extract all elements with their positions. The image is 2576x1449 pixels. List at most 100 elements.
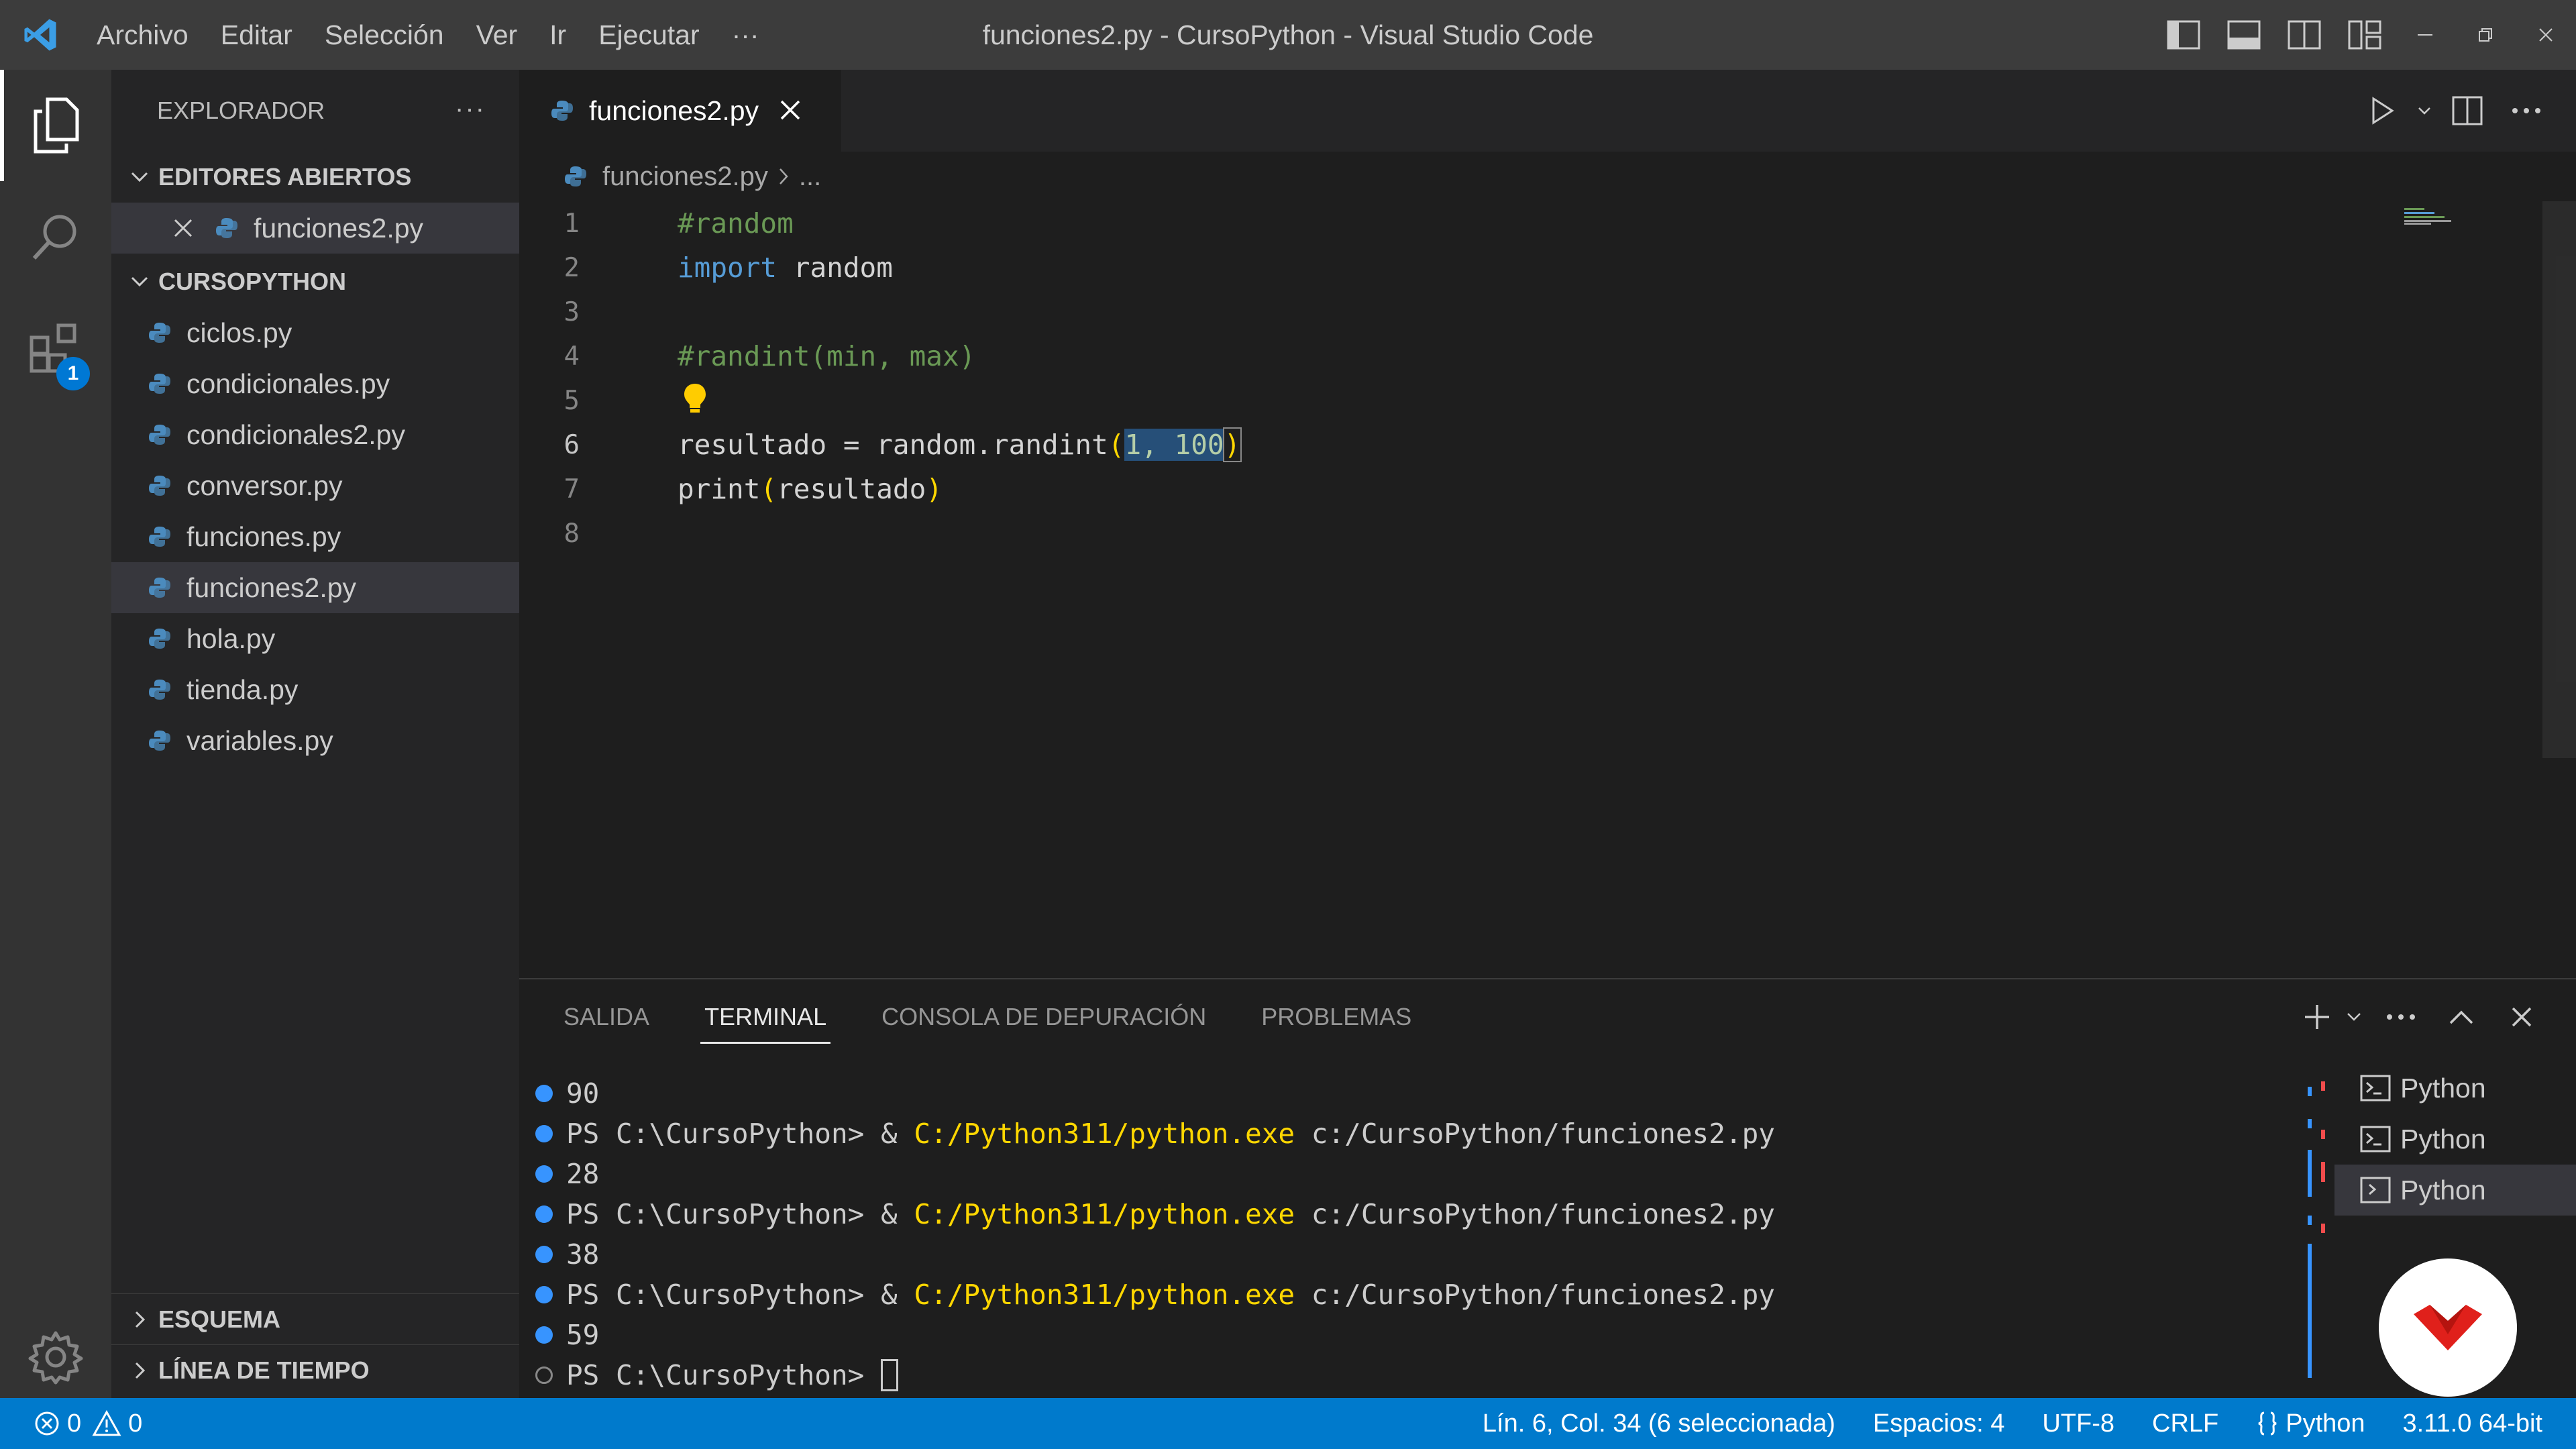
python-file-icon [564, 164, 588, 189]
menu-ir[interactable]: Ir [533, 19, 582, 51]
extensions-activity[interactable]: 1 [0, 292, 111, 404]
python-file-icon [215, 216, 239, 240]
menu-editar[interactable]: Editar [205, 19, 309, 51]
file-item[interactable]: ciclos.py [111, 307, 519, 358]
restore-icon[interactable] [2455, 0, 2516, 70]
tab-salida[interactable]: SALIDA [564, 979, 649, 1055]
code-editor[interactable]: 1 #random 2 import random 3 4 #randint(m… [519, 201, 2576, 978]
terminal-instance-label: Python [2400, 1072, 2486, 1104]
split-editor-icon[interactable] [2438, 70, 2497, 152]
warning-count: 0 [128, 1409, 143, 1438]
terminal-exe: C:/Python311/python.exe [914, 1198, 1295, 1230]
file-item[interactable]: condicionales2.py [111, 409, 519, 460]
language-status[interactable]: Python [2256, 1409, 2365, 1438]
terminal-script: c:/CursoPython/funciones2.py [1295, 1118, 1775, 1150]
terminal-icon [2360, 1126, 2391, 1152]
python-file-icon [148, 474, 172, 498]
command-decoration [535, 1085, 553, 1102]
command-decoration [535, 1246, 553, 1263]
file-item[interactable]: tienda.py [111, 664, 519, 715]
tab-problemas[interactable]: PROBLEMAS [1261, 979, 1411, 1055]
terminal-instance[interactable]: Python [2334, 1114, 2576, 1165]
warning-icon [92, 1410, 121, 1437]
menu-ver[interactable]: Ver [460, 19, 534, 51]
minimap[interactable] [2404, 201, 2538, 241]
interpreter-status[interactable]: 3.11.0 64-bit [2403, 1409, 2542, 1438]
search-activity[interactable] [0, 181, 111, 292]
python-file-icon [148, 678, 172, 702]
menu-bar: Archivo Editar Selección Ver Ir Ejecutar… [80, 0, 775, 70]
editor-scrollbar[interactable] [2542, 201, 2576, 978]
file-name: variables.py [186, 724, 333, 756]
file-item[interactable]: hola.py [111, 613, 519, 664]
open-editor-item[interactable]: funciones2.py [111, 203, 519, 254]
menu-seleccion[interactable]: Selección [309, 19, 460, 51]
run-dropdown-icon[interactable] [2411, 70, 2438, 152]
file-item[interactable]: conversor.py [111, 460, 519, 511]
panel-more-icon[interactable] [2371, 979, 2431, 1055]
close-window-icon[interactable] [2516, 0, 2576, 70]
manage-activity[interactable] [0, 1301, 111, 1413]
explorer-sidebar: EXPLORADOR ··· EDITORES ABIERTOS funcion… [111, 70, 519, 1398]
explorer-title: EXPLORADOR [157, 97, 325, 124]
chevron-down-icon [121, 167, 158, 187]
menu-more[interactable]: ··· [716, 19, 775, 51]
outline-section[interactable]: ESQUEMA [111, 1293, 519, 1345]
minimize-icon[interactable] [2395, 0, 2455, 70]
terminal-output[interactable]: 90 PS C:\CursoPython> & C:/Python311/pyt… [519, 1073, 1775, 1395]
timeline-section[interactable]: LÍNEA DE TIEMPO [111, 1344, 519, 1396]
file-item[interactable]: condicionales.py [111, 358, 519, 409]
file-item[interactable]: funciones.py [111, 511, 519, 562]
terminal-line: PS C:\CursoPython> [519, 1355, 1775, 1395]
lightbulb-icon[interactable] [683, 382, 707, 423]
terminal-line: 28 [519, 1154, 1775, 1194]
toggle-panel-icon[interactable] [2214, 0, 2274, 70]
terminal-instance-label: Python [2400, 1123, 2486, 1155]
cursopython-folder-section[interactable]: CURSOPYTHON [111, 256, 519, 307]
tab-consola-depuracion[interactable]: CONSOLA DE DEPURACIÓN [881, 979, 1206, 1055]
explorer-header: EXPLORADOR ··· [111, 70, 519, 152]
new-terminal-icon[interactable] [2297, 979, 2337, 1055]
play-icon[interactable] [2352, 70, 2411, 152]
terminal-dropdown-icon[interactable] [2337, 979, 2371, 1055]
customize-layout-icon[interactable] [2334, 0, 2395, 70]
explorer-more-button[interactable]: ··· [455, 94, 486, 124]
indentation-status[interactable]: Espacios: 4 [1873, 1409, 2004, 1438]
menu-archivo[interactable]: Archivo [80, 19, 205, 51]
toggle-secondary-sidebar-icon[interactable] [2274, 0, 2334, 70]
maximize-panel-icon[interactable] [2431, 979, 2491, 1055]
terminal-exe: C:/Python311/python.exe [914, 1118, 1295, 1150]
close-panel-icon[interactable] [2491, 979, 2552, 1055]
code-line: 2 import random [519, 246, 893, 290]
encoding-status[interactable]: UTF-8 [2042, 1409, 2114, 1438]
tab-funciones2[interactable]: funciones2.py [519, 70, 841, 152]
terminal-line: 90 [519, 1073, 1775, 1114]
file-item[interactable]: variables.py [111, 715, 519, 766]
more-actions-icon[interactable] [2497, 70, 2556, 152]
files-icon [34, 97, 79, 154]
code-token: ( [760, 473, 777, 505]
terminal-instance[interactable]: Python [2334, 1165, 2576, 1216]
chevron-right-icon [776, 166, 791, 186]
error-icon [34, 1410, 60, 1437]
terminal-amp: & [881, 1279, 914, 1311]
toggle-sidebar-icon[interactable] [2153, 0, 2214, 70]
cursor-position[interactable]: Lín. 6, Col. 34 (6 seleccionada) [1483, 1409, 1835, 1438]
breadcrumb-more[interactable]: ... [799, 162, 821, 192]
open-editors-section[interactable]: EDITORES ABIERTOS [111, 152, 519, 203]
eol-status[interactable]: CRLF [2152, 1409, 2218, 1438]
menu-ejecutar[interactable]: Ejecutar [582, 19, 715, 51]
file-item[interactable]: funciones2.py [111, 562, 519, 613]
tab-terminal[interactable]: TERMINAL [700, 979, 831, 1055]
terminal-instance[interactable]: Python [2334, 1063, 2576, 1114]
file-name: condicionales2.py [186, 419, 405, 450]
close-icon[interactable] [172, 217, 195, 239]
python-file-icon [148, 729, 172, 753]
file-name: condicionales.py [186, 368, 390, 399]
code-token: #random [678, 207, 794, 239]
close-tab-icon[interactable] [779, 93, 802, 129]
python-file-icon [148, 423, 172, 447]
problems-status[interactable]: 0 0 [0, 1409, 142, 1438]
breadcrumb-file[interactable]: funciones2.py [602, 162, 768, 192]
explorer-activity[interactable] [0, 70, 111, 181]
